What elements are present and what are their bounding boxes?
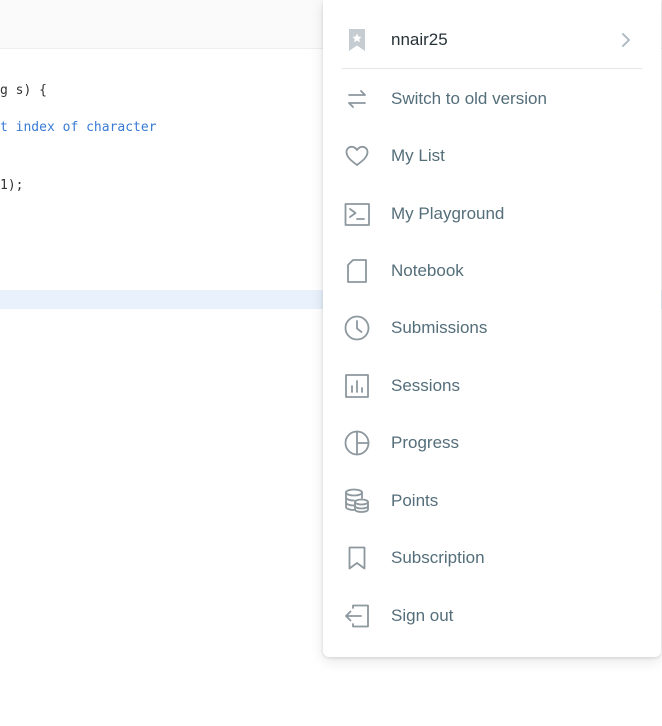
switch-arrows-icon [343,85,371,113]
sign-out-icon [343,602,371,630]
menu-divider [342,68,642,69]
menu-item-label: Subscription [391,548,485,567]
code-line: 1); [0,178,24,193]
menu-item-label: Switch to old version [391,89,547,108]
menu-item-submissions[interactable]: Submissions [323,303,661,353]
profile-menu-item[interactable]: nnair25 [323,13,661,67]
code-line: g s) { [0,83,47,98]
menu-item-subscription[interactable]: Subscription [323,533,661,583]
menu-item-my-playground[interactable]: My Playground [323,189,661,239]
menu-item-label: Sign out [391,606,454,625]
menu-item-label: Points [391,491,439,510]
bookmark-icon [343,544,371,572]
chevron-right-icon [619,31,633,49]
menu-item-label: My Playground [391,204,505,223]
coins-stack-icon [343,487,371,515]
pie-chart-icon [343,429,371,457]
notebook-icon [343,257,371,285]
code-comment-line: t index of character [0,120,157,135]
menu-item-sign-out[interactable]: Sign out [323,591,661,641]
menu-item-label: Sessions [391,376,460,395]
menu-item-progress[interactable]: Progress [323,418,661,468]
menu-item-my-list[interactable]: My List [323,131,661,181]
clock-icon [343,314,371,342]
menu-item-label: Progress [391,433,460,452]
heart-icon [343,142,371,170]
bar-chart-icon [343,372,371,400]
menu-item-label: Notebook [391,261,464,280]
user-dropdown-menu: nnair25 Switch to old version My List My… [323,0,661,657]
menu-item-notebook[interactable]: Notebook [323,246,661,296]
menu-item-label: My List [391,146,445,165]
menu-item-sessions[interactable]: Sessions [323,361,661,411]
username: nnair25 [391,30,448,49]
menu-item-label: Submissions [391,318,488,337]
bookmark-star-icon [343,26,371,54]
menu-item-switch-old-version[interactable]: Switch to old version [323,74,661,124]
terminal-icon [343,200,371,228]
menu-item-points[interactable]: Points [323,476,661,526]
